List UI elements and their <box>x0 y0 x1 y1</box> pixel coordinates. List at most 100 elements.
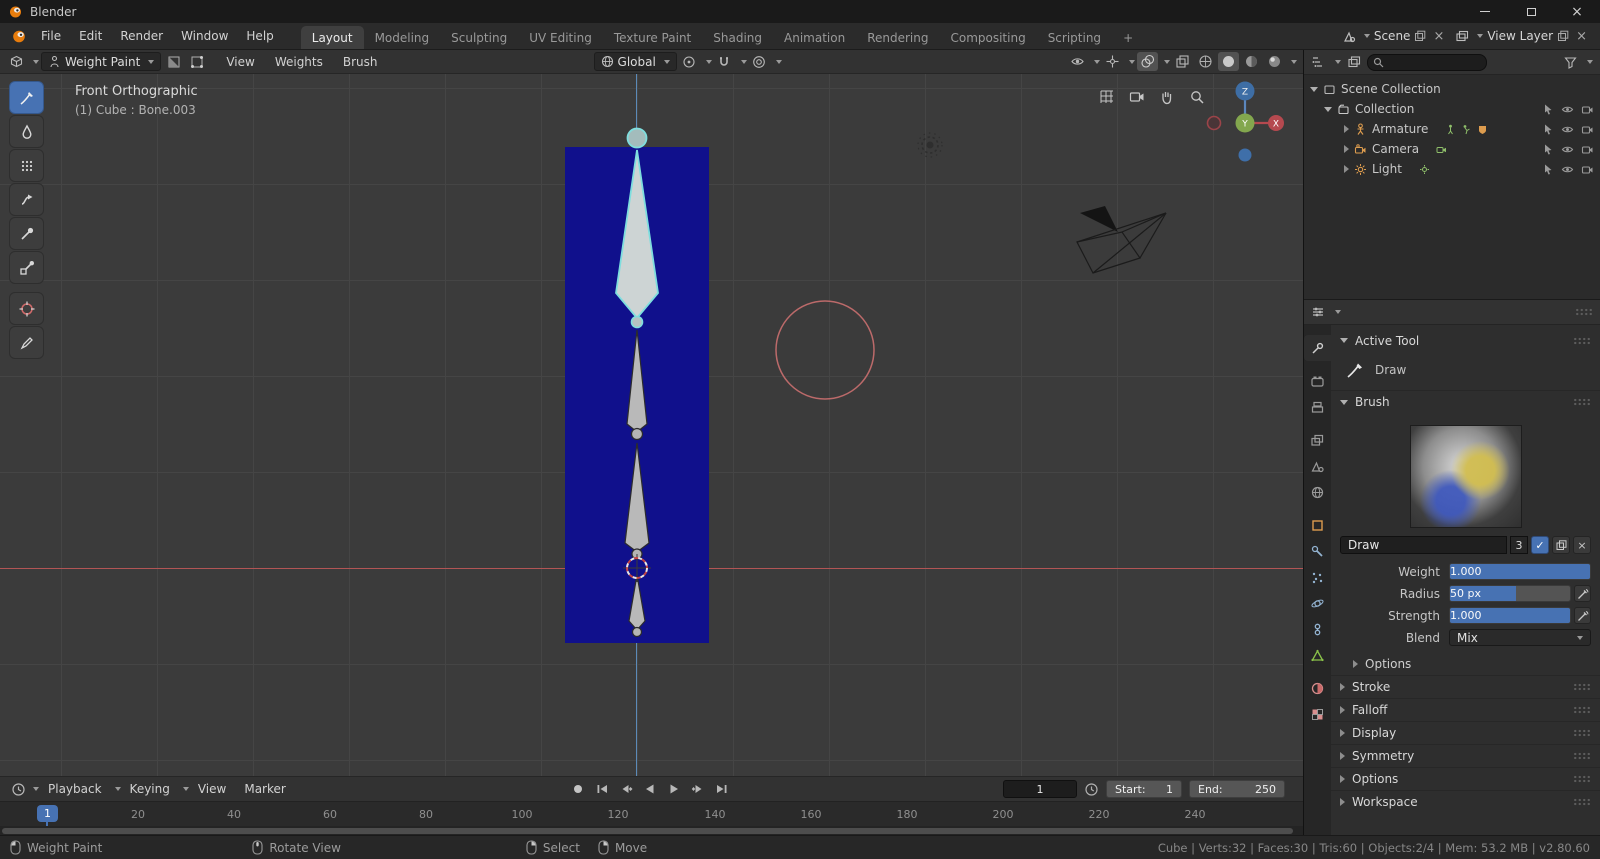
brush-users-count[interactable]: 3 <box>1510 536 1528 554</box>
tool-smear[interactable] <box>9 183 44 216</box>
pan-hand-icon[interactable] <box>1156 86 1178 108</box>
unlink-brush-button[interactable]: × <box>1573 536 1591 554</box>
editor-type-3d-viewport-icon[interactable] <box>6 52 27 71</box>
close-icon[interactable]: × <box>1430 29 1447 44</box>
display-mode-icon[interactable] <box>1347 55 1361 69</box>
disable-render-camera-icon[interactable] <box>1581 103 1594 116</box>
editor-type-properties-icon[interactable] <box>1311 305 1325 319</box>
search-input[interactable] <box>1388 56 1468 68</box>
strength-slider[interactable]: 1.000 <box>1449 607 1571 624</box>
filter-funnel-icon[interactable] <box>1564 56 1577 69</box>
outliner-row-collection[interactable]: Collection <box>1304 99 1600 119</box>
gizmos-toggle-icon[interactable] <box>1102 52 1123 71</box>
workspace-tab-animation[interactable]: Animation <box>773 26 856 49</box>
brush-panel-header[interactable]: Brush <box>1331 390 1600 413</box>
selectable-cursor-icon[interactable] <box>1542 143 1554 155</box>
outliner-search[interactable] <box>1367 53 1487 71</box>
hide-viewport-eye-icon[interactable] <box>1561 103 1574 116</box>
editor-type-timeline-icon[interactable] <box>8 780 29 799</box>
brush-preview-image[interactable] <box>1409 425 1522 528</box>
tab-render[interactable] <box>1304 368 1331 394</box>
strength-pressure-icon[interactable] <box>1574 607 1591 624</box>
outliner-row-armature[interactable]: Armature <box>1304 119 1600 139</box>
workspace-panel-header[interactable]: Workspace <box>1331 790 1600 813</box>
outliner-row-scene-collection[interactable]: Scene Collection <box>1304 79 1600 99</box>
selectable-cursor-icon[interactable] <box>1542 163 1554 175</box>
mode-dropdown[interactable]: Weight Paint <box>41 52 162 71</box>
expand-caret-icon[interactable] <box>1344 125 1349 133</box>
play-reverse-icon[interactable] <box>640 780 659 799</box>
view-layer-selector[interactable]: View Layer × <box>1451 23 1594 49</box>
preview-range-clock-icon[interactable] <box>1084 782 1099 797</box>
outliner-row-camera[interactable]: Camera <box>1304 139 1600 159</box>
workspace-tab-scripting[interactable]: Scripting <box>1037 26 1112 49</box>
bone-001[interactable] <box>624 442 650 560</box>
gizmo-z-positive[interactable]: Z <box>1235 81 1255 101</box>
fake-user-shield-button[interactable]: ✓ <box>1531 536 1549 554</box>
snap-magnet-icon[interactable] <box>714 52 735 71</box>
viewport-3d[interactable]: Front Orthographic (1) Cube : Bone.003 X… <box>0 74 1303 776</box>
tab-material[interactable] <box>1304 675 1331 701</box>
camera-object[interactable] <box>1076 206 1167 274</box>
vertex-mask-toggle[interactable] <box>186 52 207 71</box>
disable-render-camera-icon[interactable] <box>1581 123 1594 136</box>
editor-type-outliner-icon[interactable] <box>1311 55 1325 69</box>
radius-slider[interactable]: 50 px <box>1449 585 1571 602</box>
camera-data-icon[interactable] <box>1436 144 1447 155</box>
shading-solid-icon[interactable] <box>1218 52 1239 71</box>
tab-constraints[interactable] <box>1304 616 1331 642</box>
next-keyframe-icon[interactable] <box>688 780 707 799</box>
gizmo-y-axis[interactable]: Y <box>1235 113 1255 133</box>
workspace-tab-uv-editing[interactable]: UV Editing <box>518 26 603 49</box>
tab-tool[interactable] <box>1304 335 1331 361</box>
brush-options-subpanel[interactable]: Options <box>1331 653 1600 675</box>
tab-physics[interactable] <box>1304 590 1331 616</box>
workspace-tab-modeling[interactable]: Modeling <box>364 26 441 49</box>
shading-material-icon[interactable] <box>1241 52 1262 71</box>
jump-to-end-icon[interactable] <box>712 780 731 799</box>
timeline-ruler[interactable]: 1 20 40 60 80 100 120 140 160 180 200 22… <box>0 801 1303 828</box>
menu-brush[interactable]: Brush <box>334 55 387 69</box>
pose-action-icon[interactable] <box>1461 124 1472 135</box>
tab-scene[interactable] <box>1304 453 1331 479</box>
grid-ortho-icon[interactable] <box>1096 86 1118 108</box>
display-panel-header[interactable]: Display <box>1331 721 1600 744</box>
tab-particles[interactable] <box>1304 564 1331 590</box>
stroke-panel-header[interactable]: Stroke <box>1331 675 1600 698</box>
overlays-toggle-icon[interactable] <box>1137 52 1158 71</box>
selectable-cursor-icon[interactable] <box>1542 123 1554 135</box>
bone-000[interactable] <box>628 574 646 638</box>
brush-name-field[interactable]: Draw <box>1340 536 1507 554</box>
gizmo-x-positive[interactable]: X <box>1268 115 1284 131</box>
bone-003-selected[interactable] <box>615 127 659 329</box>
menu-view-timeline[interactable]: View <box>189 782 235 796</box>
expand-caret-icon[interactable] <box>1324 106 1332 112</box>
hide-viewport-eye-icon[interactable] <box>1561 143 1574 156</box>
shading-rendered-icon[interactable] <box>1264 52 1285 71</box>
workspace-tab-rendering[interactable]: Rendering <box>856 26 939 49</box>
navigation-gizmo[interactable]: X Z Y <box>1200 78 1290 168</box>
tool-blur[interactable] <box>9 115 44 148</box>
outliner-row-light[interactable]: Light <box>1304 159 1600 179</box>
current-frame-marker[interactable]: 1 <box>37 805 58 828</box>
tool-draw-brush[interactable] <box>9 81 44 114</box>
disable-render-camera-icon[interactable] <box>1581 143 1594 156</box>
workspace-tab-shading[interactable]: Shading <box>702 26 773 49</box>
pivot-point-icon[interactable] <box>679 52 700 71</box>
options-panel-header[interactable]: Options <box>1331 767 1600 790</box>
close-button[interactable]: × <box>1554 0 1600 23</box>
tab-world[interactable] <box>1304 479 1331 505</box>
menu-playback[interactable]: Playback <box>39 782 111 796</box>
expand-caret-icon[interactable] <box>1344 145 1349 153</box>
tool-cursor[interactable] <box>9 292 44 325</box>
prev-keyframe-icon[interactable] <box>616 780 635 799</box>
radius-pressure-icon[interactable] <box>1574 585 1591 602</box>
proportional-editing-icon[interactable] <box>749 52 770 71</box>
face-mask-toggle[interactable] <box>163 52 184 71</box>
maximize-button[interactable] <box>1508 0 1554 23</box>
falloff-panel-header[interactable]: Falloff <box>1331 698 1600 721</box>
camera-view-icon[interactable] <box>1126 86 1148 108</box>
copy-icon[interactable] <box>1414 30 1426 42</box>
tab-object[interactable] <box>1304 512 1331 538</box>
gizmo-z-negative[interactable] <box>1238 148 1252 162</box>
